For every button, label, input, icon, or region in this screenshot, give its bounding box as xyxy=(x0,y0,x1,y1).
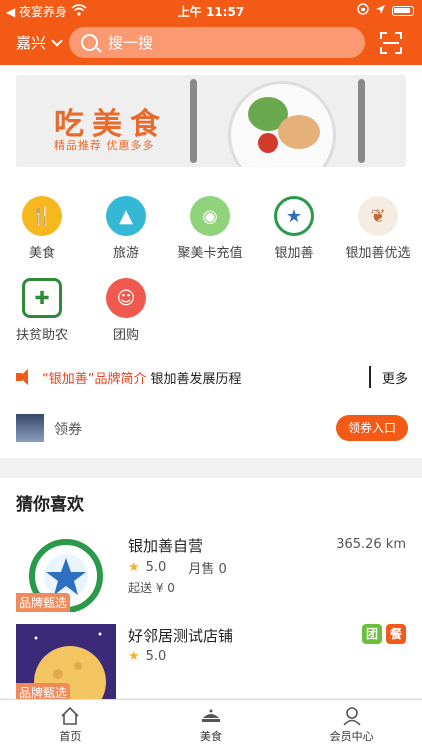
fork-knife-icon: 🍴 xyxy=(22,196,62,236)
dish-image xyxy=(278,115,320,149)
status-bar: ◀ 夜宴养身 上午 11:57 xyxy=(0,0,422,20)
city-selector[interactable]: 嘉兴 xyxy=(16,32,63,53)
banner-subtitle: 精品推荐 优惠多多 xyxy=(54,139,155,152)
search-input[interactable]: 搜一搜 xyxy=(69,27,365,58)
search-icon xyxy=(81,34,98,51)
notice-more-link[interactable]: 更多 xyxy=(382,368,408,387)
battery-icon xyxy=(392,5,414,16)
group-buy-badge: 团 xyxy=(362,624,382,644)
category-travel[interactable]: ▲ 旅游 xyxy=(86,196,166,261)
tab-label: 美食 xyxy=(200,730,222,743)
rating-value: 5.0 xyxy=(145,560,167,575)
star-icon: ★ xyxy=(128,649,140,664)
card-icon: ◉ xyxy=(190,196,230,236)
fork-image xyxy=(358,79,365,163)
star-icon: ★ xyxy=(128,560,140,575)
monthly-sales: 月售 0 xyxy=(188,562,227,577)
coupon-row: 领券 领券入口 xyxy=(16,412,408,444)
category-label: 美食 xyxy=(28,246,55,261)
category-card-recharge[interactable]: ◉ 聚美卡充值 xyxy=(170,196,250,261)
tab-food[interactable]: 美食 xyxy=(141,700,282,750)
bottom-tab-bar: 首页 美食 会员中心 xyxy=(0,699,422,750)
home-icon xyxy=(60,706,80,726)
user-icon xyxy=(342,706,362,726)
category-group-buy[interactable]: ☺ 团购 xyxy=(86,278,166,343)
yinjiashan-logo: ★ xyxy=(274,196,314,236)
store-rating: ★ 5.0 xyxy=(128,649,166,664)
coupon-entry-button[interactable]: 领券入口 xyxy=(336,415,408,441)
category-yinjiashan[interactable]: ★ 银加善 xyxy=(254,196,334,261)
category-label: 旅游 xyxy=(112,246,139,261)
store-rating: ★ 5.0 月售 0 xyxy=(128,558,227,577)
store-image[interactable]: 品牌甄选 xyxy=(16,534,116,612)
tomato-image xyxy=(258,133,278,153)
store-distance: 365.26 km xyxy=(336,537,406,552)
category-yinjiashan-select[interactable]: ❦ 银加善优选 xyxy=(338,196,418,261)
category-food[interactable]: 🍴 美食 xyxy=(2,196,82,261)
tab-home[interactable]: 首页 xyxy=(0,700,141,750)
rating-value: 5.0 xyxy=(145,649,167,664)
min-delivery: 起送 ¥ 0 xyxy=(128,581,175,595)
poverty-aid-logo: ✚ xyxy=(22,278,62,318)
leaf-logo: ❦ xyxy=(358,196,398,236)
category-label: 团购 xyxy=(112,328,139,343)
promo-banner[interactable]: 吃美食 精品推荐 优惠多多 xyxy=(16,75,406,167)
scan-icon[interactable] xyxy=(380,32,402,54)
tab-label: 会员中心 xyxy=(329,730,374,743)
notice-text[interactable]: 银加善发展历程 xyxy=(150,368,241,387)
chevron-down-icon xyxy=(51,34,63,47)
recommend-section: 猜你喜欢 品牌甄选 银加善自营 365.26 km ★ 5.0 月售 0 起送 … xyxy=(0,478,422,702)
notice-divider xyxy=(369,366,371,388)
store-name[interactable]: 银加善自营 xyxy=(128,535,203,556)
speaker-icon xyxy=(16,369,34,385)
notice-bar[interactable]: “银加善”品牌简介 银加善发展历程 更多 xyxy=(16,366,408,388)
search-placeholder: 搜一搜 xyxy=(108,34,154,52)
tab-label: 首页 xyxy=(59,730,82,743)
notice-highlight[interactable]: “银加善”品牌简介 xyxy=(42,368,146,387)
category-label: 扶贫助农 xyxy=(15,328,68,343)
coupon-thumbnail xyxy=(16,414,44,442)
store-image[interactable]: 品牌甄选 xyxy=(16,624,116,702)
category-label: 聚美卡充值 xyxy=(177,246,243,261)
food-icon xyxy=(201,706,221,726)
city-label: 嘉兴 xyxy=(16,34,47,52)
store-tag: 品牌甄选 xyxy=(16,593,71,612)
knife-image xyxy=(190,79,197,163)
status-icons xyxy=(357,3,414,18)
section-heading: 猜你喜欢 xyxy=(16,495,84,515)
store-name[interactable]: 好邻居测试店铺 xyxy=(128,625,233,646)
group-buy-icon: ☺ xyxy=(106,278,146,318)
category-label: 银加善优选 xyxy=(345,246,411,261)
location-icon xyxy=(375,4,386,18)
mountain-icon: ▲ xyxy=(106,196,146,236)
category-poverty-aid[interactable]: ✚ 扶贫助农 xyxy=(2,278,82,343)
coupon-label: 领券 xyxy=(54,422,82,438)
tab-member-center[interactable]: 会员中心 xyxy=(281,700,422,750)
meal-badge: 餐 xyxy=(386,624,406,644)
header-bar: 嘉兴 搜一搜 xyxy=(0,20,422,65)
lock-rotation-icon xyxy=(357,3,369,18)
category-label: 银加善 xyxy=(274,246,314,261)
